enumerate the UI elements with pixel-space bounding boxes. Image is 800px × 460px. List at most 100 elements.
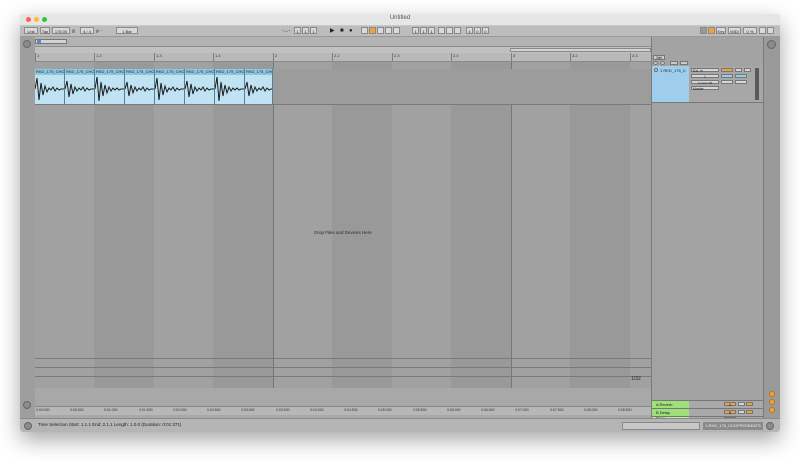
input-type-select[interactable]: Ext. In [691,68,719,73]
return-activator-button[interactable]: B [724,410,736,415]
return-track-a[interactable]: A Reverb A [652,400,764,408]
ruler-tick: 1 [35,53,39,61]
solo-button[interactable] [735,68,742,72]
session-record-button[interactable] [385,27,392,34]
volume-field[interactable] [721,74,733,78]
time-signature-field[interactable]: 4 / 4 [80,27,94,34]
audio-clip[interactable]: RKD_175_CHO [65,69,95,104]
loop-start-sixteenth[interactable]: 1 [428,27,435,34]
arm-button[interactable] [744,68,751,72]
loop-button[interactable] [446,27,453,34]
loop-start-bar[interactable]: 1 [412,27,419,34]
grid-stripe [332,62,392,388]
arrangement-area[interactable]: RKD_175_CHO RKD_175_CHO RKD_175_CHO RKD_… [35,62,651,388]
title-bar: Untitled [20,14,780,26]
monitor-select[interactable]: In Auto Off [691,80,719,85]
return-name[interactable]: B Delay [652,409,689,416]
ruler-tick: 2.3 [392,53,400,61]
time-tick: 0:07:500 [550,408,564,412]
key-map-button[interactable]: Key [716,27,726,34]
automation-icon[interactable] [670,61,678,65]
overdub-button[interactable] [361,27,368,34]
punch-in-button[interactable] [438,27,445,34]
time-tick: 0:01:500 [139,408,153,412]
quantize-select[interactable]: 1 Bar [116,27,138,34]
audio-clip[interactable]: RKD_175_CHO [185,69,215,104]
loop-length-beat[interactable]: 0 [474,27,481,34]
position-bar[interactable]: 1 [294,27,301,34]
return-volume[interactable] [746,410,753,414]
ruler-tick: 3.3 [630,53,638,61]
ruler-tick: 3.2 [570,53,578,61]
sends-toggle-icon[interactable] [769,399,775,405]
tempo-field[interactable]: 175.00 [52,27,70,34]
track-view-toggle-icon[interactable] [767,40,776,49]
track-name[interactable]: 1 RKD_175_C [660,68,686,73]
track-fold-icon[interactable] [654,68,658,72]
return-name[interactable]: A Reverb [652,401,689,408]
audio-clip[interactable]: RKD_175_CHO [125,69,155,104]
input-channel-select[interactable]: 1 [691,74,719,79]
return-track-b[interactable]: B Delay B [652,408,764,416]
follow-icon[interactable]: -↔- [282,28,290,34]
loop-brace[interactable] [510,48,651,52]
info-toggle-icon[interactable] [24,422,32,430]
time-tick: 0:02:500 [207,408,221,412]
loop-switch-button[interactable] [393,27,400,34]
nudge-icon[interactable]: ||| [72,28,75,34]
send-b-field[interactable] [735,80,747,84]
position-sixteenth[interactable]: 1 [310,27,317,34]
ruler-tick: 1.3 [154,53,162,61]
audio-clip[interactable]: RKD_175_CHO [35,69,65,104]
pan-field[interactable] [735,74,747,78]
audio-clip[interactable]: RKD_175_CHO [95,69,125,104]
punch-out-button[interactable] [454,27,461,34]
track-title-area[interactable]: 1 RKD_175_C [652,66,689,102]
arrangement-record-icon[interactable] [660,61,665,65]
send-a-field[interactable] [721,80,733,84]
automation-arm-button[interactable] [369,27,376,34]
track-activator-button[interactable] [721,68,733,72]
metronome-icon[interactable]: ||• ∙∙ [96,28,103,34]
capture-button[interactable] [377,27,384,34]
zoom-icon[interactable] [23,401,31,409]
record-icon[interactable]: ● [349,28,353,34]
time-tick: 0:04:000 [310,408,324,412]
play-icon[interactable]: ▶ [330,28,335,34]
tap-button[interactable]: Tap [40,27,50,34]
link-button[interactable]: Link [24,27,38,34]
draw-mode-button[interactable] [700,27,707,34]
loop-length-sixteenth[interactable]: 0 [482,27,489,34]
waveform [185,80,214,98]
return-solo-button[interactable] [738,410,745,414]
time-ruler[interactable]: 0:00:000 0:00:500 0:01:000 0:01:500 0:02… [35,406,651,415]
detail-view-toggle-icon[interactable] [766,422,774,430]
audio-track-lane[interactable]: RKD_175_CHO RKD_175_CHO RKD_175_CHO RKD_… [35,69,651,105]
audio-clip[interactable]: RKD_175_CHO [155,69,185,104]
output-select[interactable]: Master [691,86,719,91]
return-solo-button[interactable] [738,402,745,406]
computer-keyboard-button[interactable] [708,27,715,34]
fold-icon[interactable] [680,61,688,65]
set-button[interactable]: Set [653,55,665,60]
selected-clip-label[interactable]: 1-RKD_175_CHOPPEDBEATS [703,422,763,430]
beat-time-ruler[interactable]: 1 1.2 1.3 1.4 2 2.2 2.3 2.4 3 3.2 3.3 [35,53,651,62]
loop-start-beat[interactable]: 1 [420,27,427,34]
bar-line [273,62,274,388]
mixer-toggle-icon[interactable] [769,407,775,413]
stop-icon[interactable]: ■ [340,28,344,34]
audio-clip[interactable]: RKD_175_CHO [245,69,273,104]
midi-map-button[interactable]: MIDI [728,27,741,34]
audio-clip[interactable]: RKD_175_CHO [215,69,245,104]
back-to-arrangement-icon[interactable] [653,61,658,65]
io-toggle-icon[interactable] [769,391,775,397]
collapse-icon[interactable] [23,40,31,48]
return-volume[interactable] [746,402,753,406]
position-beat[interactable]: 1 [302,27,309,34]
return-activator-button[interactable]: A [724,402,736,407]
waveform [155,77,184,101]
loop-length-bar[interactable]: 4 [466,27,473,34]
track-header[interactable]: 1 RKD_175_C Ext. In 1 In Auto Off Master [652,66,764,103]
time-tick: 0:01:000 [104,408,118,412]
time-tick: 0:03:000 [241,408,255,412]
